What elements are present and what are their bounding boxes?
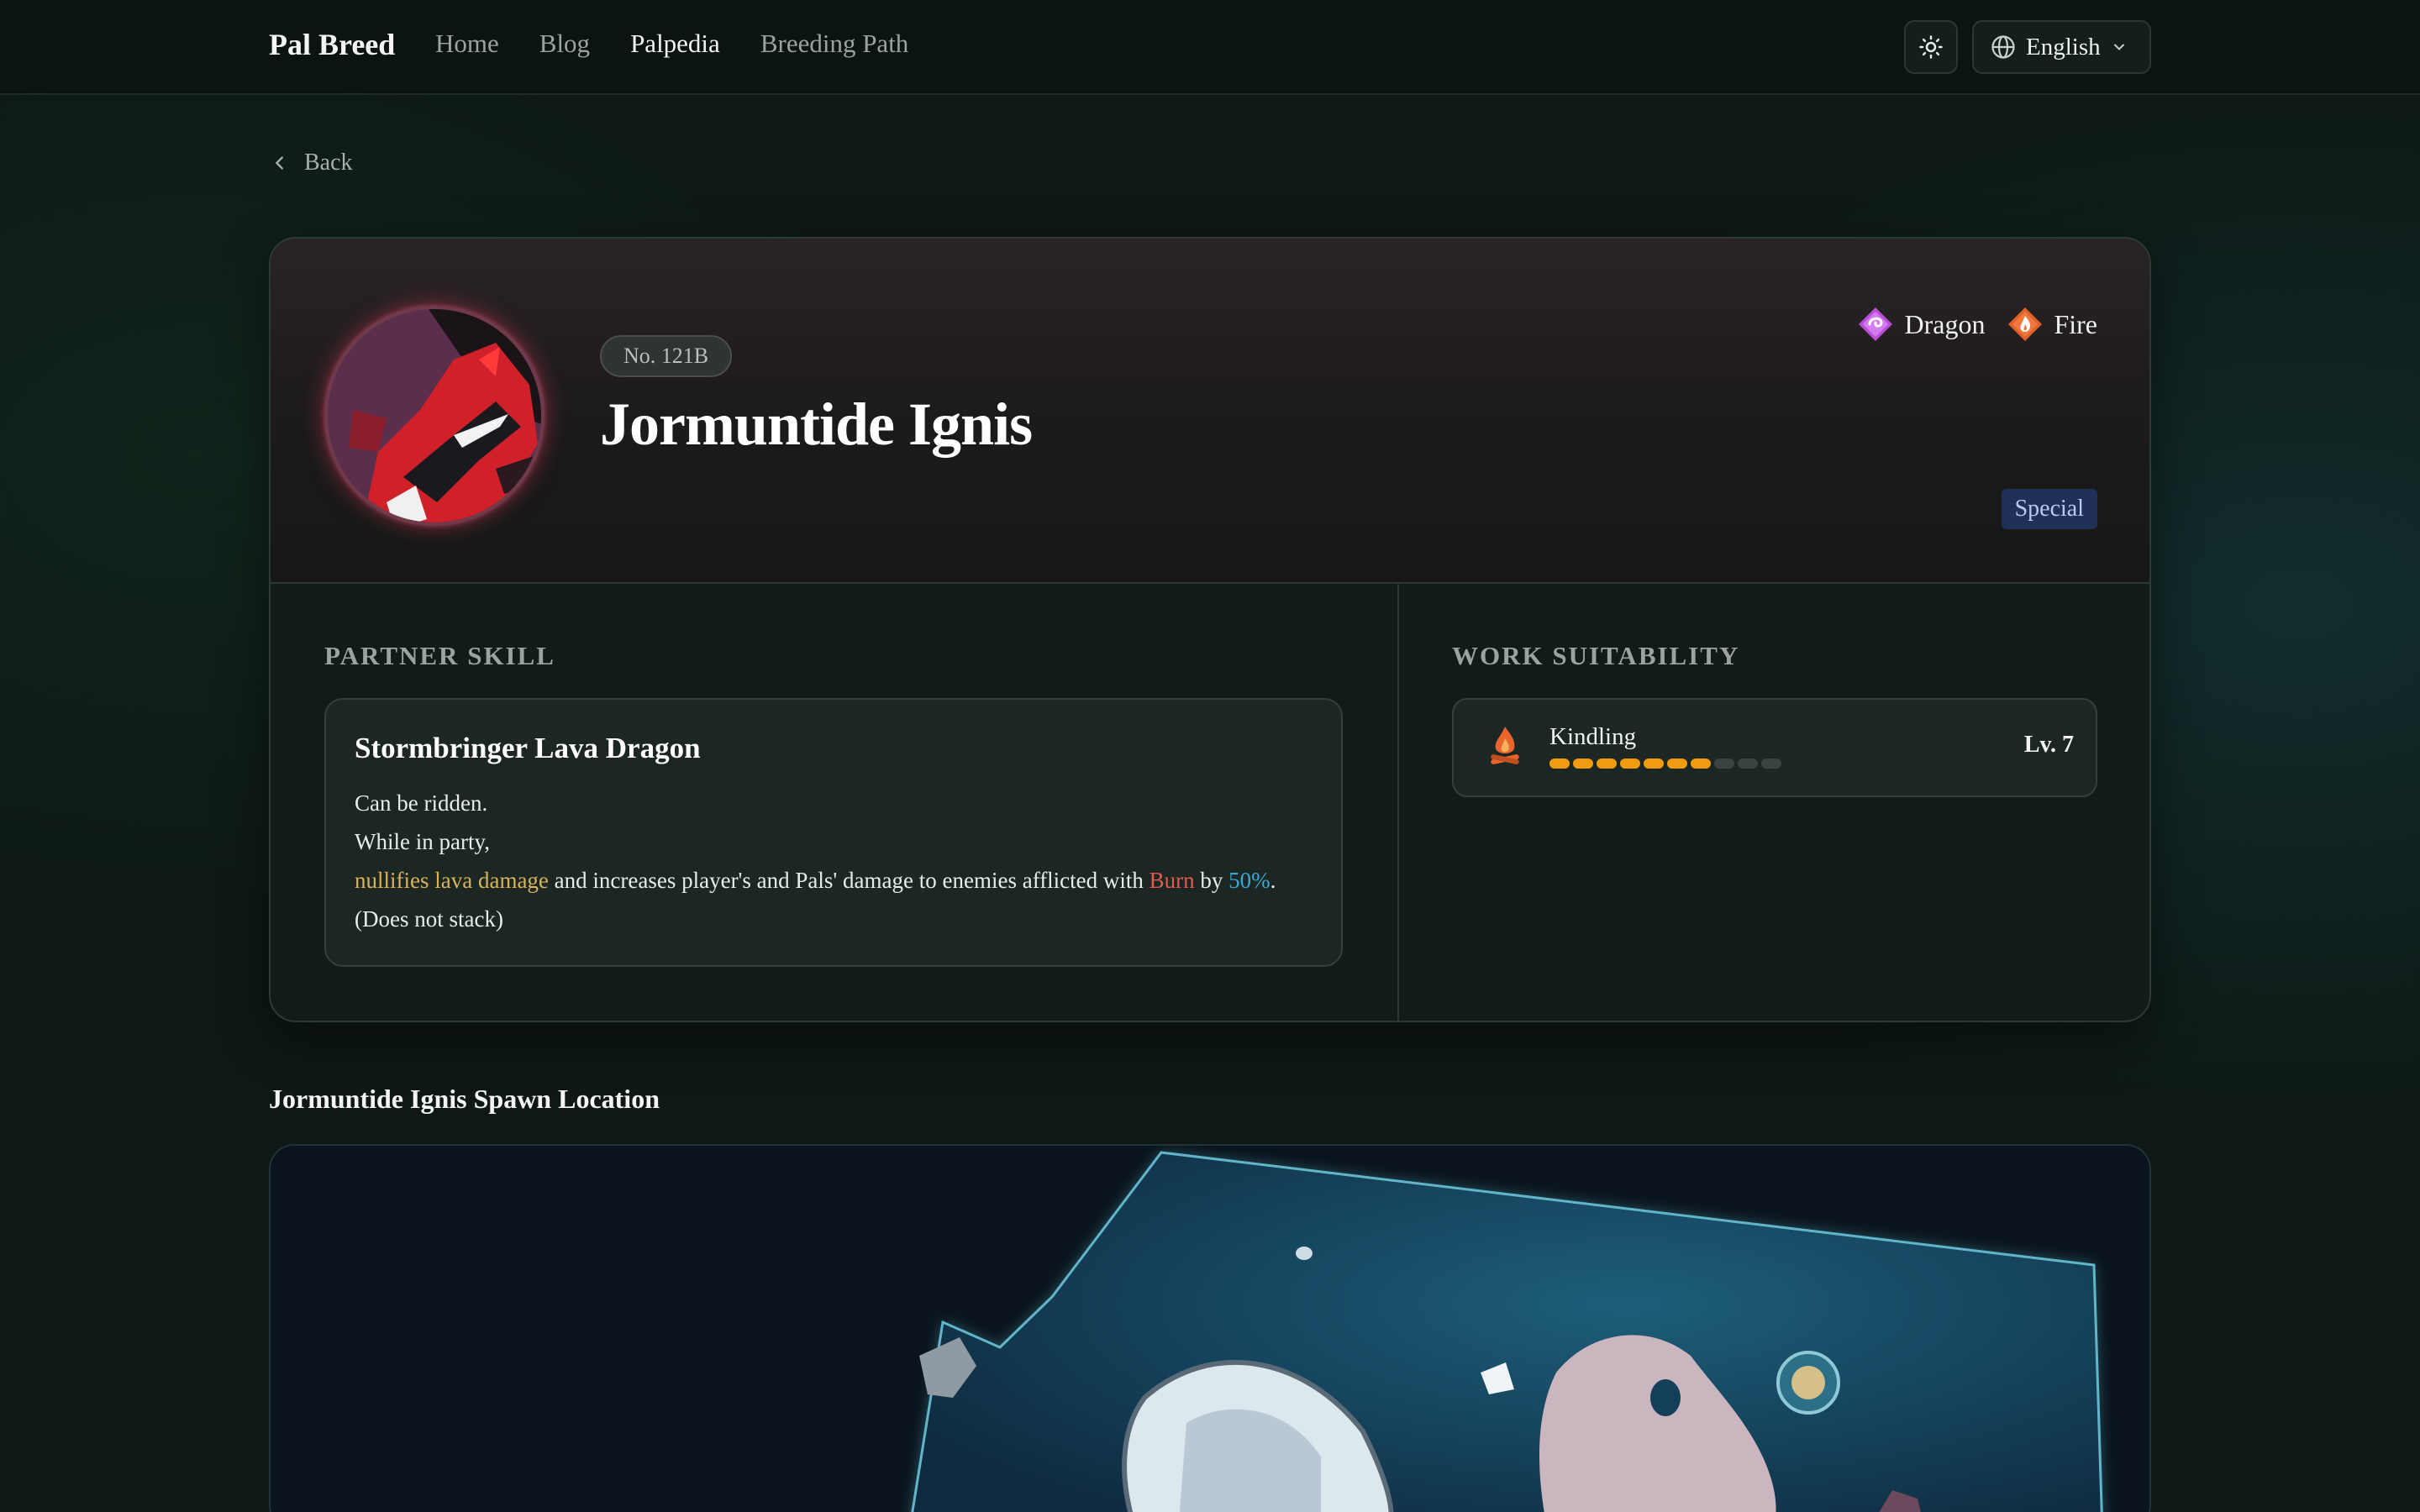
work-name: Kindling [1549, 723, 1637, 750]
type-label: Fire [2054, 308, 2097, 339]
nav-link-palpedia[interactable]: Palpedia [630, 29, 720, 59]
level-pip [1714, 759, 1734, 769]
pal-types: Dragon Fire [1857, 306, 2097, 343]
chevron-left-icon [275, 156, 283, 170]
highlight-lava: nullifies lava damage [355, 868, 549, 893]
level-pip [1644, 759, 1664, 769]
level-pip [1761, 759, 1781, 769]
rarity-badge: Special [2001, 489, 2097, 529]
dragon-element-icon [1859, 307, 1893, 341]
back-link[interactable]: Back [271, 150, 353, 176]
pal-header: No. 121B Jormuntide Ignis Dragon Fire Sp… [271, 239, 2149, 584]
type-fire: Fire [2007, 306, 2097, 343]
pal-name: Jormuntide Ignis [600, 391, 1033, 458]
fire-element-icon [2008, 307, 2043, 341]
type-dragon: Dragon [1857, 306, 1985, 343]
nav-links: Home Blog Palpedia Breeding Path [435, 29, 908, 59]
highlight-burn: Burn [1149, 868, 1195, 893]
chevron-down-icon [2113, 44, 2124, 50]
work-level-pips [1549, 759, 1781, 769]
level-pip [1738, 759, 1758, 769]
level-pip [1549, 759, 1570, 769]
type-label: Dragon [1904, 308, 1986, 339]
work-suitability-heading: WORK SUITABILITY [1452, 641, 1740, 670]
language-selector[interactable]: English [1972, 20, 2151, 74]
partner-skill-heading: PARTNER SKILL [324, 641, 555, 670]
globe-icon [1991, 35, 2015, 59]
sun-icon [1919, 35, 1943, 59]
work-level: Lv. 7 [2023, 732, 2074, 758]
spawn-map[interactable] [269, 1144, 2151, 1512]
brand-logo[interactable]: Pal Breed [269, 27, 395, 62]
top-navigation: Pal Breed Home Blog Palpedia Breeding Pa… [0, 0, 2420, 95]
back-label: Back [304, 150, 353, 176]
partner-skill-box: Stormbringer Lava Dragon Can be ridden. … [324, 698, 1343, 967]
partner-skill-name: Stormbringer Lava Dragon [355, 732, 701, 764]
skill-text: by [1194, 868, 1229, 893]
level-pip [1667, 759, 1687, 769]
level-pip [1573, 759, 1593, 769]
nav-link-breeding-path[interactable]: Breeding Path [760, 29, 909, 59]
section-divider [1397, 584, 1399, 1021]
campfire-icon [1491, 727, 1519, 764]
nav-link-blog[interactable]: Blog [539, 29, 590, 59]
level-pip [1620, 759, 1640, 769]
nav-link-home[interactable]: Home [435, 29, 499, 59]
skill-description-line: (Does not stack) [355, 906, 503, 932]
highlight-percent: 50% [1228, 868, 1270, 893]
level-pip [1597, 759, 1617, 769]
pal-details: PARTNER SKILL Stormbringer Lava Dragon C… [271, 584, 2149, 1021]
skill-description-line: While in party, [355, 829, 490, 854]
world-map [911, 1151, 2103, 1512]
skill-description-line: Can be ridden. [355, 790, 488, 816]
spawn-location-heading: Jormuntide Ignis Spawn Location [269, 1084, 660, 1114]
skill-description-line: nullifies lava damage and increases play… [355, 861, 1313, 900]
language-label: English [2026, 33, 2101, 60]
level-pip [1691, 759, 1711, 769]
pal-detail-card: No. 121B Jormuntide Ignis Dragon Fire Sp… [269, 237, 2151, 1022]
pal-portrait [324, 306, 544, 526]
skill-text: and increases player's and Pals' damage … [548, 868, 1150, 893]
work-item-kindling: Kindling Lv. 7 [1452, 698, 2097, 797]
pal-number-badge: No. 121B [600, 335, 733, 377]
skill-text: . [1270, 868, 1276, 893]
theme-toggle-button[interactable] [1904, 20, 1958, 74]
